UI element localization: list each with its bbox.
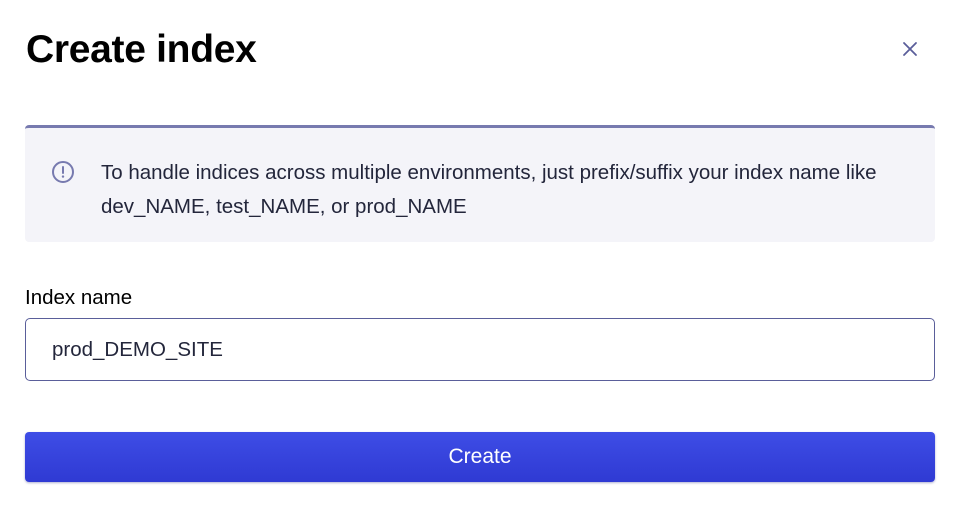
dialog-title: Create index <box>26 28 257 71</box>
index-name-input[interactable] <box>25 318 935 381</box>
create-index-dialog: Create index To handle indices across mu… <box>0 0 967 512</box>
create-button[interactable]: Create <box>25 432 935 482</box>
index-name-label: Index name <box>25 286 133 309</box>
info-callout: To handle indices across multiple enviro… <box>25 125 935 242</box>
close-button[interactable] <box>895 34 925 64</box>
close-icon <box>903 42 917 56</box>
callout-message: To handle indices across multiple enviro… <box>101 161 877 218</box>
info-circle-icon <box>52 161 74 183</box>
